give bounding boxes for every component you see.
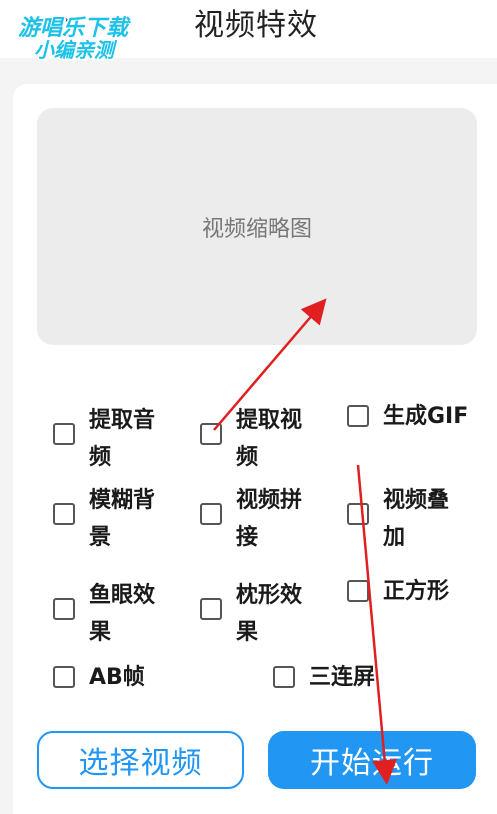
select-video-button[interactable]: 选择视频 xyxy=(37,731,244,789)
watermark-logo: 游唱乐下载 小编亲测 xyxy=(10,10,150,62)
option-label: 提取音频 xyxy=(89,408,156,470)
option-label: 视频叠加 xyxy=(383,488,450,550)
option-label: 正方形 xyxy=(383,579,450,604)
checkbox-generate-gif[interactable] xyxy=(347,405,369,427)
option-label: 模糊背景 xyxy=(89,488,156,550)
option-label: 提取视频 xyxy=(236,408,303,470)
option-label: 枕形效果 xyxy=(236,583,303,645)
watermark-line-2: 小编亲测 xyxy=(34,38,114,62)
option-label: 视频拼接 xyxy=(236,488,303,550)
video-thumbnail: 视频缩略图 xyxy=(37,108,477,345)
checkbox-video-overlay[interactable] xyxy=(347,503,369,525)
page-title: 视频特效 xyxy=(194,8,318,43)
checkbox-triple-screen[interactable] xyxy=(273,666,295,688)
checkbox-square[interactable] xyxy=(347,580,369,602)
checkbox-pillow[interactable] xyxy=(200,598,222,620)
checkbox-video-splice[interactable] xyxy=(200,503,222,525)
checkbox-extract-video[interactable] xyxy=(200,423,222,445)
checkbox-ab-frame[interactable] xyxy=(53,666,75,688)
thumbnail-placeholder-text: 视频缩略图 xyxy=(201,216,312,242)
checkbox-blur-background[interactable] xyxy=(53,503,75,525)
checkbox-extract-audio[interactable] xyxy=(53,423,75,445)
option-label: 三连屏 xyxy=(309,665,376,690)
option-label: 鱼眼效果 xyxy=(89,583,156,645)
start-run-button[interactable]: 开始运行 xyxy=(268,731,476,789)
option-label: AB帧 xyxy=(89,665,145,690)
checkbox-fisheye[interactable] xyxy=(53,598,75,620)
option-label: 生成GIF xyxy=(383,404,469,429)
